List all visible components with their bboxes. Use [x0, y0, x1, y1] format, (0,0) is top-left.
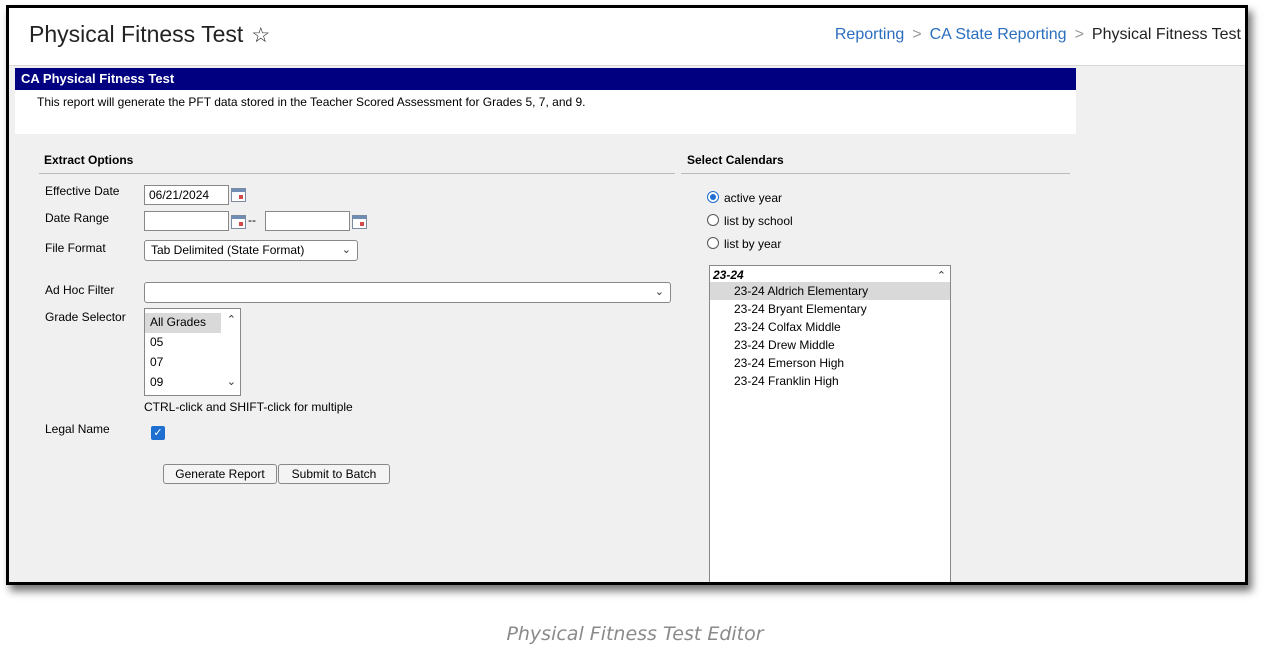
scroll-up-icon[interactable]: ⌃ — [227, 313, 236, 326]
calendar-option[interactable]: 23-24 Franklin High — [710, 372, 950, 390]
radio-list-by-school[interactable] — [707, 214, 719, 226]
grade-selector-label: Grade Selector — [45, 310, 126, 324]
submit-to-batch-button[interactable]: Submit to Batch — [278, 464, 390, 484]
figure-caption: Physical Fitness Test Editor — [506, 623, 764, 645]
effective-date-input[interactable] — [144, 185, 229, 205]
breadcrumb-current: Physical Fitness Test — [1091, 26, 1241, 43]
grade-option[interactable]: 09 — [145, 373, 240, 393]
legal-name-label: Legal Name — [45, 422, 110, 436]
chevron-down-icon: ⌄ — [341, 244, 351, 256]
scroll-up-icon[interactable]: ⌃ — [937, 269, 946, 282]
panel-title: CA Physical Fitness Test — [15, 68, 1076, 90]
grade-selector-listbox[interactable]: All Grades 05 07 09 ⌃ ⌄ — [144, 308, 241, 396]
calendar-group-header: 23-24 — [713, 268, 744, 282]
calendar-icon[interactable] — [231, 215, 246, 229]
app-window: Physical Fitness Test ☆ Reporting > CA Stat… — [6, 5, 1248, 585]
divider — [681, 173, 1070, 174]
calendar-option[interactable]: 23-24 Colfax Middle — [710, 318, 950, 336]
date-range-label: Date Range — [45, 211, 110, 225]
adhoc-filter-label: Ad Hoc Filter — [45, 283, 115, 297]
breadcrumb: Reporting > CA State Reporting > Physical Fi… — [835, 26, 1241, 44]
breadcrumb-ca-state-reporting[interactable]: CA State Reporting — [930, 26, 1067, 43]
date-range-separator: -- — [248, 213, 256, 227]
grade-option[interactable]: 05 — [145, 333, 240, 353]
calendar-option[interactable]: 23-24 Drew Middle — [710, 336, 950, 354]
date-range-start-input[interactable] — [144, 211, 229, 231]
extract-options-heading: Extract Options — [44, 153, 134, 167]
file-format-select[interactable]: Tab Delimited (State Format) ⌄ — [144, 240, 358, 261]
page-header: Physical Fitness Test ☆ Reporting > CA Stat… — [9, 8, 1245, 66]
effective-date-label: Effective Date — [45, 184, 120, 198]
calendar-icon[interactable] — [352, 215, 367, 229]
calendar-option[interactable]: 23-24 Emerson High — [710, 354, 950, 372]
adhoc-filter-select[interactable]: ⌄ — [144, 282, 671, 303]
chevron-right-icon: > — [912, 26, 922, 43]
breadcrumb-reporting[interactable]: Reporting — [835, 26, 904, 43]
file-format-label: File Format — [45, 241, 106, 255]
calendar-option[interactable]: 23-24 Bryant Elementary — [710, 300, 950, 318]
grade-option[interactable]: 07 — [145, 353, 240, 373]
scroll-down-icon[interactable]: ⌄ — [227, 375, 236, 388]
legal-name-checkbox[interactable]: ✓ — [151, 426, 165, 440]
radio-active-year[interactable] — [707, 191, 719, 203]
generate-report-button[interactable]: Generate Report — [163, 464, 277, 484]
radio-list-by-year[interactable] — [707, 237, 719, 249]
divider — [39, 173, 675, 174]
calendar-icon[interactable] — [231, 188, 246, 202]
grade-option[interactable]: All Grades — [145, 313, 221, 333]
radio-list-by-year-label: list by year — [724, 237, 782, 251]
panel-description: This report will generate the PFT data s… — [15, 90, 1076, 134]
radio-active-year-label: active year — [724, 191, 783, 205]
calendar-listbox[interactable]: 23-24 23-24 Aldrich Elementary 23-24 Bry… — [709, 265, 951, 582]
radio-list-by-school-label: list by school — [724, 214, 793, 228]
date-range-end-input[interactable] — [265, 211, 350, 231]
chevron-right-icon: > — [1074, 26, 1084, 43]
calendar-option[interactable]: 23-24 Aldrich Elementary — [710, 282, 950, 300]
star-icon[interactable]: ☆ — [251, 24, 270, 47]
grade-selector-hint: CTRL-click and SHIFT-click for multiple — [144, 400, 353, 414]
select-calendars-heading: Select Calendars — [687, 153, 784, 167]
page-title: Physical Fitness Test ☆ — [29, 21, 271, 47]
chevron-down-icon: ⌄ — [654, 286, 664, 298]
